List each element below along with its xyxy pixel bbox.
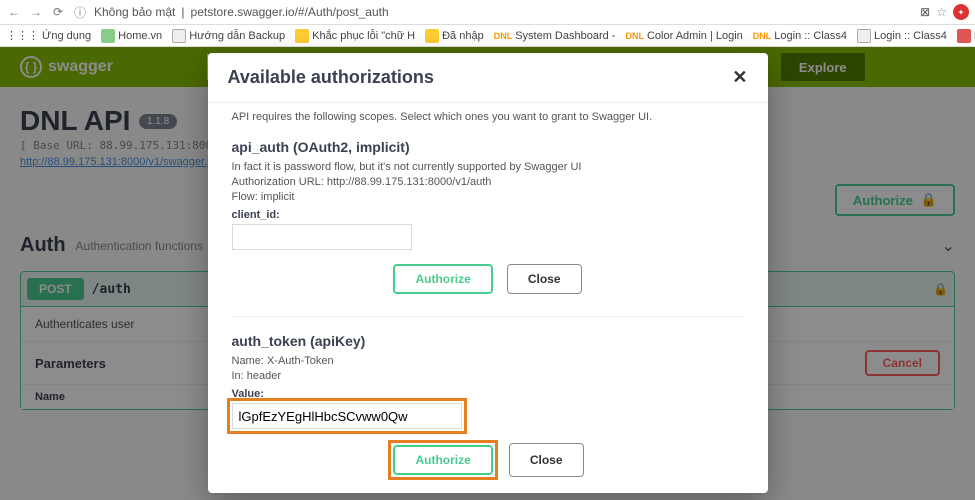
oauth-block: api_auth (OAuth2, implicit) In fact it i… [232,133,744,306]
apikey-name-line: Name: X-Auth-Token [232,355,744,367]
bookmark-item[interactable]: DNLLogin :: Class4 [753,30,847,42]
oauth-desc: In fact it is password flow, but it's no… [232,161,744,173]
value-label: Value: [232,388,744,400]
client-id-label: client_id: [232,209,744,221]
bookmark-item[interactable]: Khắc phục lỗi "chữ H [295,29,415,43]
close-oauth-button[interactable]: Close [507,264,582,294]
url-text[interactable]: petstore.swagger.io/#/Auth/post_auth [191,5,915,19]
bookmark-item[interactable]: DNLSystem Dashboard - [494,30,616,42]
page-content: { } swagger Explore DNL API 1.1.8 [ Base… [0,47,975,500]
scopes-text: API requires the following scopes. Selec… [232,107,744,133]
client-id-input[interactable] [232,224,412,250]
info-icon: ⓘ [72,4,88,20]
bookmark-item[interactable]: Lịch tập gym 6 buổi [957,29,975,43]
bookmark-star-icon[interactable]: ☆ [936,5,947,19]
extension-icon[interactable]: ✦ [953,4,969,20]
authorize-apikey-button[interactable]: Authorize [393,445,492,475]
modal-overlay: Available authorizations ✕ API requires … [0,47,975,500]
bookmark-item[interactable]: Home.vn [101,29,162,43]
modal-title: Available authorizations [228,67,434,88]
bookmark-item[interactable]: DNLColor Admin | Login [625,30,742,42]
apps-button[interactable]: ⋮⋮⋮Ứng dụng [6,29,91,42]
apikey-block: auth_token (apiKey) Name: X-Auth-Token I… [232,327,744,489]
apikey-value-input[interactable] [232,403,462,429]
oauth-title: api_auth (OAuth2, implicit) [232,139,744,155]
back-icon[interactable]: ← [6,4,22,20]
bookmark-item[interactable]: Login :: Class4 [857,29,947,43]
security-label: Không bảo mật [94,5,175,19]
translate-icon[interactable]: ⊠ [920,5,930,19]
browser-toolbar: ← → ⟳ ⓘ Không bảo mật | petstore.swagger… [0,0,975,25]
forward-icon[interactable]: → [28,4,44,20]
reload-icon[interactable]: ⟳ [50,4,66,20]
divider [232,316,744,317]
authorize-oauth-button[interactable]: Authorize [393,264,492,294]
bookmark-item[interactable]: Đã nhập [425,29,484,43]
apikey-title: auth_token (apiKey) [232,333,744,349]
close-apikey-button[interactable]: Close [509,443,584,477]
oauth-flow: Flow: implicit [232,191,744,203]
modal-body[interactable]: API requires the following scopes. Selec… [208,103,768,493]
authorizations-modal: Available authorizations ✕ API requires … [208,53,768,493]
bookmark-item[interactable]: Hướng dẫn Backup [172,29,285,43]
oauth-url: Authorization URL: http://88.99.175.131:… [232,176,744,188]
close-icon[interactable]: ✕ [732,67,747,88]
apikey-in-line: In: header [232,370,744,382]
bookmarks-bar: ⋮⋮⋮Ứng dụng Home.vn Hướng dẫn Backup Khắ… [0,25,975,47]
